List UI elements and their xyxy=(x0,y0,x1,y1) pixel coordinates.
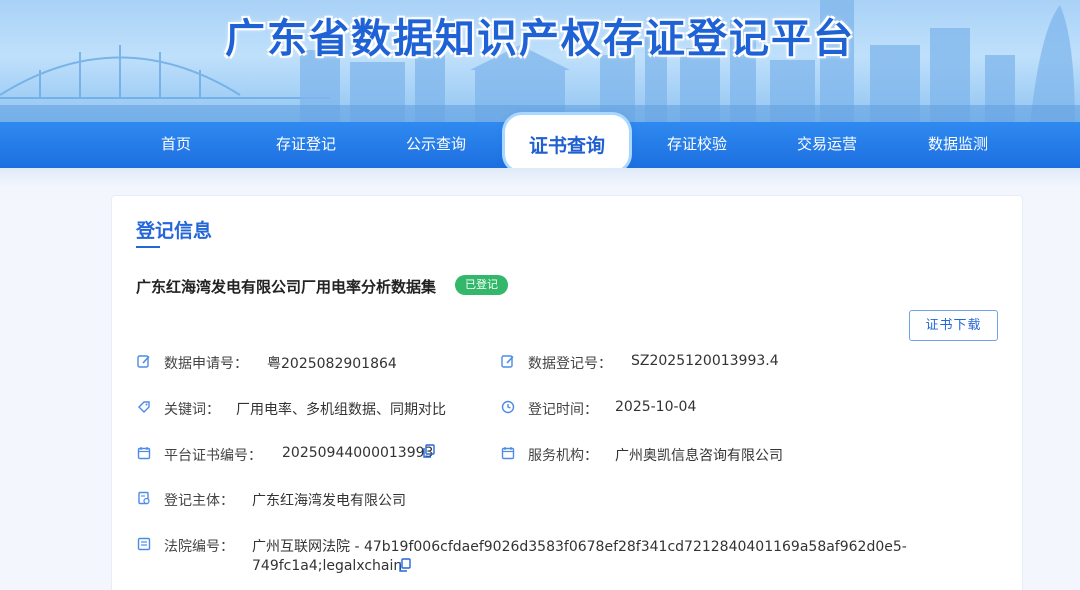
document-icon xyxy=(137,537,151,551)
registrant-label: 登记主体： xyxy=(164,493,234,509)
platform-title: 广东省数据知识产权存证登记平台 xyxy=(225,16,855,62)
court-no-value-line2: 749fc1a4;legalxchain xyxy=(252,558,403,574)
nav-item-trading-operation[interactable]: 交易运营 xyxy=(762,122,892,168)
edit-icon xyxy=(137,355,150,368)
header-banner: 广东省数据知识产权存证登记平台 xyxy=(0,0,1080,125)
nav-item-deposit-registration[interactable]: 存证登记 xyxy=(241,122,371,168)
section-title: 登记信息 xyxy=(136,220,213,242)
registration-no-value: SZ2025120013993.4 xyxy=(631,353,779,369)
court-no-label: 法院编号： xyxy=(164,539,234,555)
nav-shadow xyxy=(0,168,1080,188)
copy-icon[interactable] xyxy=(398,558,412,572)
keywords-label: 关键词： xyxy=(164,402,220,418)
clock-icon xyxy=(501,400,515,414)
main-nav: 首页 存证登记 公示查询 证书查询 存证校验 交易运营 数据监测 xyxy=(0,112,1080,174)
court-no-value-line1: 广州互联网法院 - 47b19f006cfdaef9026d3583f0678e… xyxy=(252,539,907,555)
nav-item-public-query[interactable]: 公示查询 xyxy=(371,122,501,168)
calendar-icon xyxy=(137,447,151,460)
tag-icon xyxy=(138,401,150,413)
nav-item-certificate-query[interactable]: 证书查询 xyxy=(502,112,632,174)
nav-item-deposit-verification[interactable]: 存证校验 xyxy=(632,122,762,168)
service-org-value: 广州奥凯信息咨询有限公司 xyxy=(615,448,783,464)
edit-icon xyxy=(501,355,514,368)
certificate-no-value: 20250944000013993 xyxy=(282,445,434,461)
registration-time-label: 登记时间： xyxy=(528,402,598,418)
registrant-value: 广东红海湾发电有限公司 xyxy=(252,493,406,509)
dataset-name: 广东红海湾发电有限公司厂用电率分析数据集 xyxy=(136,278,437,296)
application-no-label: 数据申请号： xyxy=(164,356,248,372)
registration-no-label: 数据登记号： xyxy=(528,356,612,372)
certificate-download-button[interactable]: 证书下载 xyxy=(909,310,998,341)
nav-item-data-monitoring[interactable]: 数据监测 xyxy=(893,122,1023,168)
service-org-label: 服务机构： xyxy=(528,448,598,464)
certificate-no-label: 平台证书编号： xyxy=(164,448,262,464)
nav-item-home[interactable]: 首页 xyxy=(111,122,241,168)
entity-icon xyxy=(138,491,150,505)
calendar-icon xyxy=(501,447,515,460)
copy-icon[interactable] xyxy=(422,444,436,458)
section-title-underline xyxy=(136,246,160,248)
registration-time-value: 2025-10-04 xyxy=(615,399,697,415)
status-badge: 已登记 xyxy=(455,275,508,295)
registration-info-card: 登记信息 广东红海湾发电有限公司厂用电率分析数据集 已登记 证书下载 数据申请号… xyxy=(111,195,1023,590)
keywords-value: 厂用电率、多机组数据、同期对比 xyxy=(236,402,446,418)
application-no-value: 粤2025082901864 xyxy=(267,356,397,372)
